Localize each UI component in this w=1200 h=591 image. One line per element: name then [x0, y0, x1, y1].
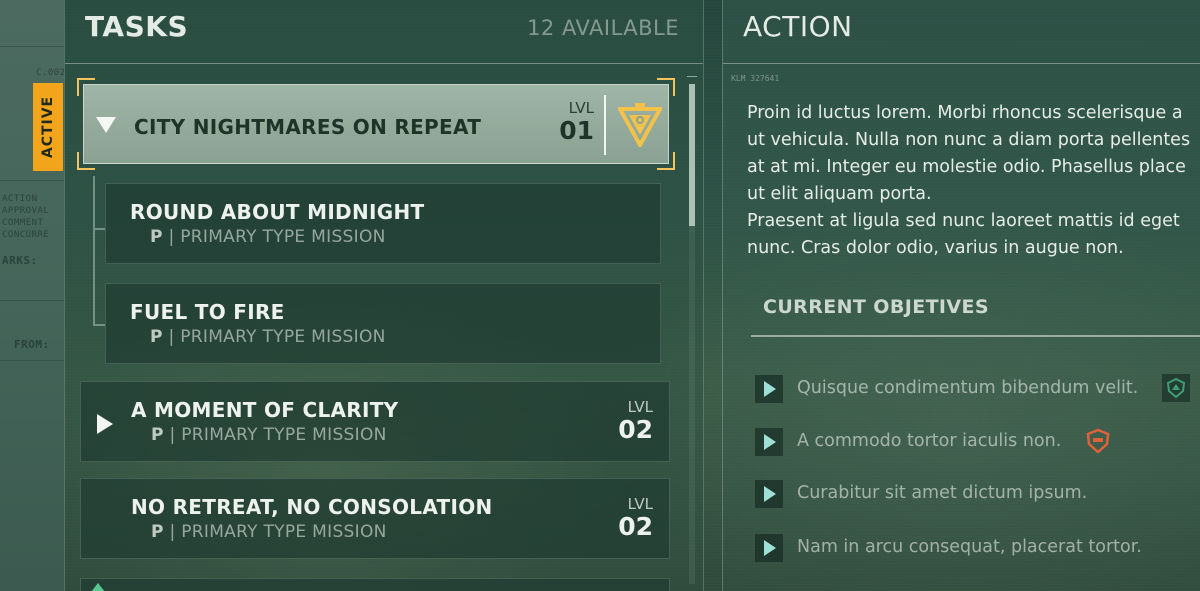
task-round-about-midnight[interactable]: ROUND ABOUT MIDNIGHT P | PRIMARY TYPE MI…	[105, 183, 661, 264]
form-label: COMMENT	[2, 218, 44, 228]
tasks-header: TASKS 12 AVAILABLE	[65, 0, 703, 64]
green-shield-icon	[1162, 374, 1190, 402]
chevron-right-icon	[764, 434, 776, 450]
objective-arrow-box	[755, 480, 783, 508]
task-type: | PRIMARY TYPE MISSION	[168, 227, 386, 247]
partial-emblem-icon	[91, 583, 105, 591]
strip-line	[0, 300, 64, 301]
objective-item: Curabitur sit amet dictum ipsum.	[753, 480, 1200, 510]
level-divider	[604, 95, 606, 155]
task-type-code: P	[150, 227, 163, 247]
action-description: Proin id luctus lorem. Morbi rhoncus sce…	[747, 103, 1191, 258]
task-partial[interactable]	[80, 578, 670, 591]
task-subtitle: P | PRIMARY TYPE MISSION	[150, 227, 386, 247]
chevron-right-icon	[764, 381, 776, 397]
strip-line	[0, 360, 64, 361]
form-label: ACTION	[2, 194, 38, 204]
active-tab[interactable]: ACTIVE	[33, 83, 63, 171]
expand-arrow-icon[interactable]	[97, 414, 113, 434]
lvl-value: 02	[618, 512, 653, 541]
task-subtitle: P | PRIMARY TYPE MISSION	[150, 327, 386, 347]
subtask-connector	[93, 176, 105, 230]
left-strip: C.002 ACTION APPROVAL COMMENT CONCURRE A…	[0, 0, 64, 591]
tasks-panel: TASKS 12 AVAILABLE CITY NIGHTMARES ON RE…	[64, 0, 704, 591]
task-title: FUEL TO FIRE	[130, 300, 285, 324]
task-level: LVL 02	[609, 398, 653, 444]
objective-text: Nam in arcu consequat, placerat tortor.	[797, 537, 1142, 557]
collapse-arrow-icon[interactable]	[96, 117, 116, 133]
task-no-retreat[interactable]: NO RETREAT, NO CONSOLATION P | PRIMARY T…	[80, 478, 670, 559]
task-moment-of-clarity[interactable]: A MOMENT OF CLARITY P | PRIMARY TYPE MIS…	[80, 381, 670, 462]
objective-arrow-box	[755, 534, 783, 562]
task-title: A MOMENT OF CLARITY	[131, 398, 399, 422]
lvl-value: 02	[618, 415, 653, 444]
scroll-top-tick	[687, 76, 697, 77]
tasks-title: TASKS	[85, 10, 189, 43]
task-title: NO RETREAT, NO CONSOLATION	[131, 495, 493, 519]
task-fuel-to-fire[interactable]: FUEL TO FIRE P | PRIMARY TYPE MISSION	[105, 283, 661, 364]
strip-line	[0, 180, 64, 181]
task-type: | PRIMARY TYPE MISSION	[168, 327, 386, 347]
task-type: | PRIMARY TYPE MISSION	[169, 522, 387, 542]
task-title: ROUND ABOUT MIDNIGHT	[130, 200, 425, 224]
task-level: LVL 02	[609, 495, 653, 541]
lvl-label: LVL	[627, 398, 653, 416]
objective-arrow-box	[755, 375, 783, 403]
strip-line	[0, 46, 64, 47]
task-level: LVL 01	[552, 99, 594, 145]
objective-text: Curabitur sit amet dictum ipsum.	[797, 483, 1088, 503]
chevron-right-icon	[764, 486, 776, 502]
task-type-code: P	[150, 327, 163, 347]
lvl-label: LVL	[568, 99, 594, 117]
task-title: CITY NIGHTMARES ON REPEAT	[134, 115, 482, 139]
objective-text: Quisque condimentum bibendum velit.	[797, 378, 1139, 398]
active-tab-label: ACTIVE	[40, 95, 56, 159]
task-city-nightmares[interactable]: CITY NIGHTMARES ON REPEAT LVL 01	[83, 84, 669, 164]
objective-arrow-box	[755, 428, 783, 456]
action-title: ACTION	[743, 10, 853, 43]
objective-text: A commodo tortor iaculis non.	[797, 431, 1062, 451]
form-label: ARKS:	[2, 254, 38, 267]
objectives-heading: CURRENT OBJETIVES	[763, 296, 989, 318]
lvl-label: LVL	[627, 495, 653, 513]
action-header: ACTION	[723, 0, 1200, 64]
orange-shield-icon	[1086, 428, 1110, 454]
objective-item: Quisque condimentum bibendum velit.	[753, 374, 1200, 405]
task-subtitle: P | PRIMARY TYPE MISSION	[151, 425, 387, 445]
task-type-code: P	[151, 522, 164, 542]
objective-item: A commodo tortor iaculis non.	[753, 428, 1200, 458]
scrollbar-thumb[interactable]	[689, 84, 695, 226]
form-label: C.002	[36, 68, 64, 78]
objective-item: Nam in arcu consequat, placerat tortor.	[753, 534, 1200, 564]
chevron-right-icon	[764, 540, 776, 556]
form-label: CONCURRE	[2, 230, 50, 240]
task-type-code: P	[151, 425, 164, 445]
task-subtitle: P | PRIMARY TYPE MISSION	[151, 522, 387, 542]
subtask-connector	[93, 230, 105, 326]
triangle-eye-emblem-icon	[618, 103, 662, 147]
action-code: KLM 327641	[731, 74, 780, 83]
available-count: 12 AVAILABLE	[527, 16, 679, 40]
lvl-value: 01	[559, 116, 594, 145]
task-type: | PRIMARY TYPE MISSION	[169, 425, 387, 445]
objectives-rule	[751, 335, 1200, 337]
form-label: FROM:	[14, 338, 50, 351]
action-panel: ACTION KLM 327641 Proin id luctus lorem.…	[722, 0, 1200, 591]
form-label: APPROVAL	[2, 206, 50, 216]
